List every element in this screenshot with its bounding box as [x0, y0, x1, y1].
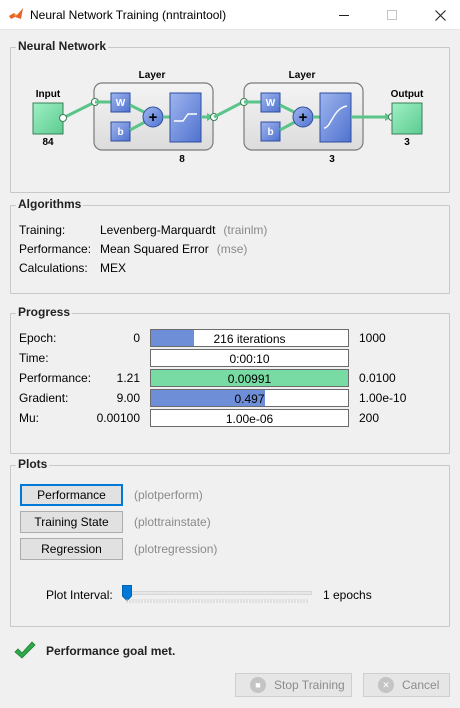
plot-training-state-button[interactable]: Training State	[20, 511, 123, 533]
cancel-label: Cancel	[402, 678, 440, 692]
stop-training-button[interactable]: ■ Stop Training	[235, 673, 352, 697]
algorithm-code: (mse)	[216, 242, 248, 256]
network-panel: Neural Network Input 84 Layer W b + 8 La…	[10, 39, 450, 193]
progress-panel-title: Progress	[16, 305, 73, 319]
progress-min-value: 0.00100	[96, 411, 140, 425]
plots-panel-title: Plots	[16, 457, 50, 471]
layer2-weight-symbol: W	[266, 98, 276, 109]
algorithm-name: Mean Squared Error	[100, 242, 209, 256]
plot-function-name: (plotregression)	[134, 542, 218, 556]
output-label: Output	[391, 89, 424, 100]
plot-performance-button[interactable]: Performance	[20, 484, 123, 506]
progress-row-epoch: Epoch: 0 216 iterations 1000	[11, 329, 451, 347]
input-node	[59, 114, 67, 122]
minimize-button[interactable]	[324, 0, 364, 30]
network-diagram: Input 84 Layer W b + 8 Layer W b + 3 Out…	[32, 70, 424, 165]
layer1-label: Layer	[139, 70, 166, 81]
algorithm-code: (trainlm)	[223, 223, 268, 237]
plot-interval-label: Plot Interval:	[46, 588, 113, 602]
plot-regression-button[interactable]: Regression	[20, 538, 123, 560]
slider-track	[122, 591, 312, 595]
layer1-size: 8	[179, 154, 185, 165]
progress-text: 0.497	[234, 392, 265, 406]
algorithm-name: MEX	[100, 261, 127, 275]
stop-training-label: Stop Training	[274, 678, 345, 692]
progress-bar: 0:00:10	[150, 349, 349, 367]
progress-row-mu: Mu: 0.00100 1.00e-06 200	[11, 409, 451, 427]
plot-function-name: (plottrainstate)	[134, 515, 211, 529]
algorithm-value: MEX	[100, 261, 126, 275]
status-message: Performance goal met.	[46, 644, 176, 658]
progress-bar: 0.00991	[150, 369, 349, 387]
plot-function-name: (plotperform)	[134, 488, 203, 502]
matlab-icon	[9, 8, 23, 19]
algorithm-value: Mean Squared Error (mse)	[100, 242, 247, 256]
slider-ticks	[126, 599, 308, 603]
progress-max-value: 1000	[359, 331, 386, 345]
progress-text: 0.00991	[227, 372, 272, 386]
progress-bar: 216 iterations	[150, 329, 349, 347]
layer2-label: Layer	[289, 70, 316, 81]
progress-min-value: 1.21	[116, 371, 140, 385]
progress-label: Mu:	[19, 411, 40, 425]
layer1-sum-symbol: +	[149, 109, 158, 126]
progress-text: 216 iterations	[213, 332, 286, 346]
algorithm-value: Levenberg-Marquardt (trainlm)	[100, 223, 267, 237]
progress-label: Gradient:	[19, 391, 69, 405]
cancel-icon: ✕	[378, 677, 394, 693]
progress-text: 0:00:10	[229, 352, 270, 366]
progress-label: Epoch:	[19, 331, 57, 345]
maximize-button[interactable]	[372, 0, 412, 30]
checkmark-icon	[14, 641, 36, 659]
maximize-icon	[387, 10, 397, 20]
window-title: Neural Network Training (nntraintool)	[30, 8, 227, 22]
layer1-bias-symbol: b	[117, 127, 123, 138]
input-block	[32, 102, 64, 135]
plot-interval-value: 1 epochs	[323, 588, 372, 602]
progress-min-value: 0	[133, 331, 140, 345]
progress-row-time: Time: 0:00:10	[11, 349, 451, 367]
progress-bar: 1.00e-06	[150, 409, 349, 427]
progress-min-value: 9.00	[116, 391, 140, 405]
cancel-button[interactable]: ✕ Cancel	[363, 673, 450, 697]
algorithm-label: Performance:	[19, 242, 92, 256]
plots-panel: Plots Performance (plotperform) Training…	[10, 457, 450, 627]
layer2-sum-symbol: +	[299, 109, 308, 126]
close-icon	[434, 9, 446, 21]
minimize-icon	[339, 15, 349, 16]
progress-row-gradient: Gradient: 9.00 0.497 1.00e-10	[11, 389, 451, 407]
progress-panel: Progress Epoch: 0 216 iterations 1000 Ti…	[10, 305, 451, 454]
input-size: 84	[42, 137, 54, 148]
layer2-bias-symbol: b	[267, 127, 273, 138]
stop-icon: ■	[250, 677, 266, 693]
output-size: 3	[404, 137, 410, 148]
layer2-transfer-block	[319, 92, 352, 143]
algorithm-name: Levenberg-Marquardt	[100, 223, 216, 237]
progress-label: Performance:	[19, 371, 92, 385]
input-label: Input	[36, 89, 61, 100]
algorithms-panel-title: Algorithms	[16, 197, 84, 211]
progress-bar: 0.497	[150, 389, 349, 407]
layer1-weight-symbol: W	[116, 98, 126, 109]
close-button[interactable]	[420, 0, 460, 30]
progress-max-value: 1.00e-10	[359, 391, 407, 405]
algorithms-panel: Algorithms Training: Levenberg-Marquardt…	[10, 197, 450, 294]
progress-row-performance: Performance: 1.21 0.00991 0.0100	[11, 369, 451, 387]
title-bar: Neural Network Training (nntraintool)	[0, 0, 460, 30]
progress-text: 1.00e-06	[225, 412, 274, 426]
output-block	[391, 102, 423, 135]
layer2-size: 3	[329, 154, 335, 165]
progress-max-value: 0.0100	[359, 371, 396, 385]
progress-max-value: 200	[359, 411, 380, 425]
progress-label: Time:	[19, 351, 49, 365]
plot-interval-slider[interactable]	[122, 585, 312, 603]
algorithm-label: Training:	[19, 223, 66, 237]
algorithm-label: Calculations:	[19, 261, 88, 275]
